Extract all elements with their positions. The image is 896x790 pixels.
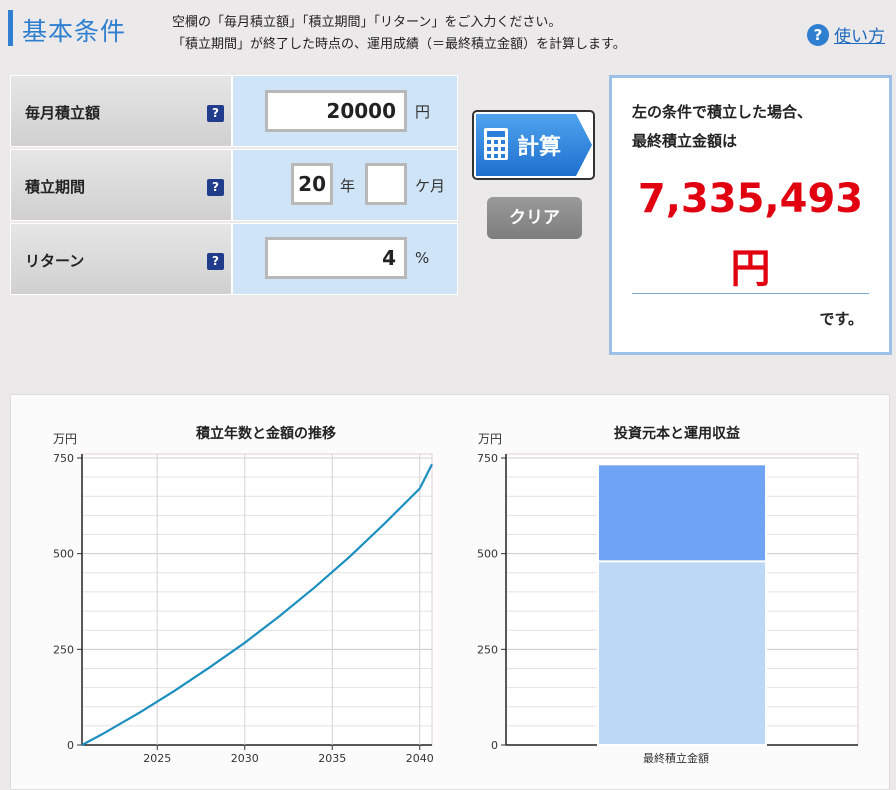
x-tick-label: 2025	[143, 752, 171, 765]
charts-svg: 積立年数と金額の推移 万円 0 250 500 750 2025 2030 2035 2040 投…	[53, 425, 859, 765]
plot-area	[81, 453, 433, 746]
y-tick-label: 0	[491, 739, 498, 752]
x-tick-label: 2035	[318, 752, 346, 765]
y-tick-label: 500	[477, 548, 498, 561]
bar-gain	[597, 463, 767, 563]
y-axis-unit: 万円	[478, 432, 502, 446]
y-tick-label: 750	[53, 452, 74, 465]
x-tick-label: 2040	[406, 752, 434, 765]
x-category-label: 最終積立金額	[643, 751, 709, 765]
y-tick-label: 750	[477, 452, 498, 465]
chart-title: 積立年数と金額の推移	[195, 425, 336, 442]
y-tick-label: 500	[53, 548, 74, 561]
y-tick-label: 250	[53, 643, 74, 656]
x-tick-label: 2030	[231, 752, 259, 765]
chart-title: 投資元本と運用収益	[614, 425, 740, 442]
y-tick-label: 250	[477, 643, 498, 656]
y-tick-label: 0	[67, 739, 74, 752]
line-chart: 積立年数と金額の推移 万円 0 250 500 750 2025 2030 2035 2040	[53, 425, 434, 765]
bar-principal	[597, 560, 767, 746]
y-axis-unit: 万円	[53, 432, 77, 446]
stacked-bar-chart: 投資元本と運用収益 万円 0 250 500 750 最終積立金額	[477, 425, 859, 765]
